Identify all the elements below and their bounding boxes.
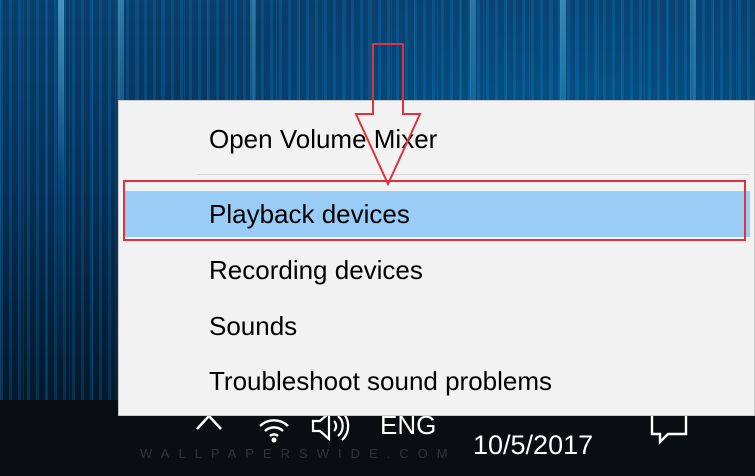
watermark: WALLPAPERSWIDE.COM (140, 446, 457, 461)
menu-item-troubleshoot-sound-problems[interactable]: Troubleshoot sound problems (123, 358, 750, 404)
annotation-highlight-box (123, 180, 746, 241)
wallpaper-light-streak (58, 0, 64, 370)
menu-item-recording-devices[interactable]: Recording devices (123, 247, 750, 293)
menu-separator (197, 174, 750, 175)
volume-context-menu: Open Volume Mixer Playback devices Recor… (118, 100, 755, 416)
taskbar-date[interactable]: 10/5/2017 (473, 430, 593, 461)
network-icon[interactable] (256, 412, 292, 444)
menu-item-open-volume-mixer[interactable]: Open Volume Mixer (123, 116, 750, 162)
annotation-arrow-icon (352, 40, 424, 190)
menu-item-sounds[interactable]: Sounds (123, 303, 750, 349)
